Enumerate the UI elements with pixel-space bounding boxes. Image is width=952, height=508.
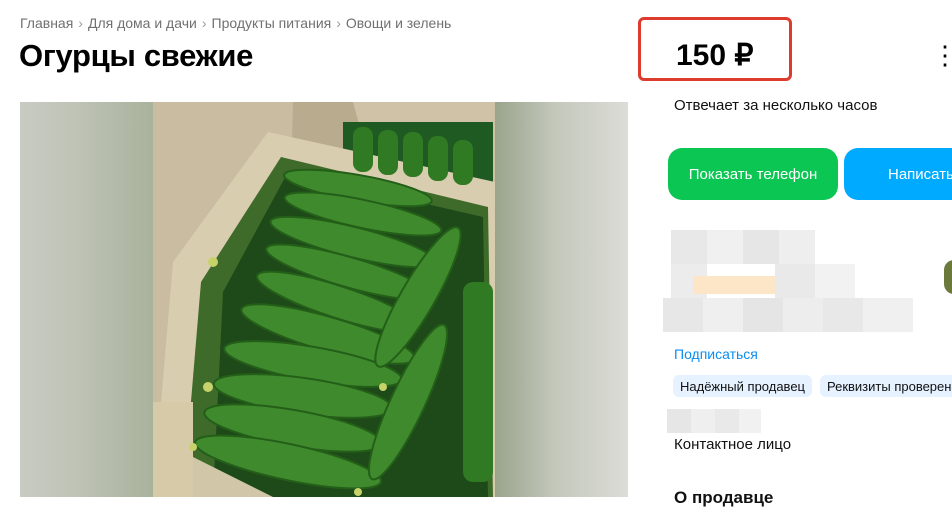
breadcrumb-vegetables[interactable]: Овощи и зелень	[346, 15, 451, 31]
more-vertical-icon[interactable]: ⋮	[932, 40, 952, 71]
gallery-blur-right	[495, 102, 628, 497]
chevron-right-icon: ›	[201, 15, 207, 31]
chevron-right-icon: ›	[336, 15, 341, 31]
badge-reliable-seller[interactable]: Надёжный продавец	[673, 375, 812, 397]
chevron-right-icon: ›	[78, 15, 83, 31]
breadcrumb-home[interactable]: Главная	[20, 15, 73, 31]
breadcrumb-food[interactable]: Продукты питания	[212, 15, 332, 31]
contact-name-redacted	[663, 407, 763, 437]
price: 150 ₽	[676, 39, 754, 72]
section-heading: О продавце	[674, 488, 774, 507]
breadcrumb: Главная › Для дома и дачи › Продукты питания…	[20, 15, 451, 31]
breadcrumb-home-garden[interactable]: Для дома и дачи	[88, 15, 197, 31]
product-photo[interactable]	[153, 102, 495, 497]
price-highlight-box: 150 ₽	[638, 17, 792, 81]
seller-name-redacted	[663, 230, 915, 342]
seller-response-time: Отвечает за несколько часов	[674, 97, 878, 114]
product-gallery[interactable]	[20, 102, 628, 497]
page-title: Огурцы свежие	[19, 38, 254, 73]
avatar[interactable]	[944, 260, 952, 294]
write-message-button[interactable]: Написать	[844, 148, 952, 200]
badge-verified-details[interactable]: Реквизиты проверены	[820, 375, 952, 397]
gallery-blur-left	[20, 102, 153, 497]
show-phone-button[interactable]: Показать телефон	[668, 148, 838, 200]
contact-person-label: Контактное лицо	[674, 436, 792, 453]
subscribe-link[interactable]: Подписаться	[674, 346, 758, 362]
